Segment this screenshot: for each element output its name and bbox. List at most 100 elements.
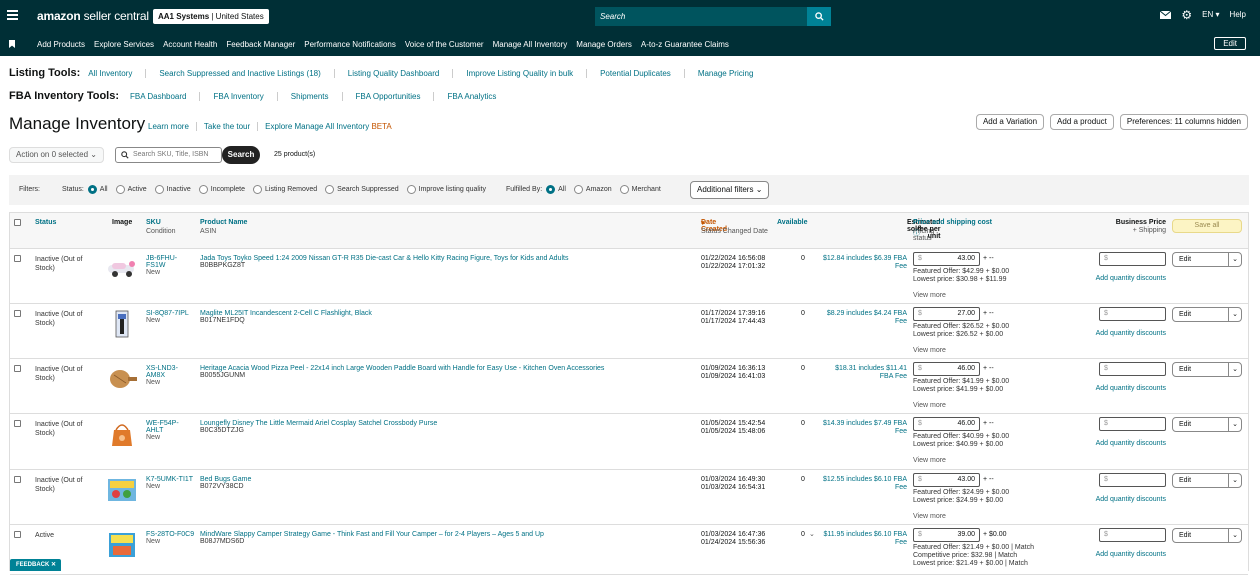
edit-dropdown[interactable]: Edit ⌄: [1172, 252, 1242, 267]
row-checkbox[interactable]: [14, 531, 21, 538]
nav-item[interactable]: Manage Orders: [576, 40, 632, 49]
quantity-discounts-link[interactable]: Add quantity discounts: [1070, 496, 1166, 503]
select-all-checkbox[interactable]: [14, 219, 21, 226]
bulk-action-dropdown[interactable]: Action on 0 selected ⌄: [9, 147, 104, 163]
chevron-down-icon[interactable]: ⌄: [1228, 363, 1241, 376]
view-more-link[interactable]: View more: [913, 513, 946, 520]
sku-link[interactable]: K7-5UMK-TI1T: [146, 476, 193, 483]
fulfilled-filter-option[interactable]: Amazon: [570, 185, 612, 194]
add-product-button[interactable]: Add a product: [1050, 114, 1114, 130]
nav-item[interactable]: Explore Services: [94, 40, 154, 49]
nav-item[interactable]: Manage All Inventory: [493, 40, 568, 49]
chevron-down-icon[interactable]: ⌄: [1228, 418, 1241, 431]
fulfilled-filter-option[interactable]: All: [542, 185, 566, 194]
quantity-discounts-link[interactable]: Add quantity discounts: [1070, 551, 1166, 558]
menu-icon[interactable]: [7, 10, 18, 20]
col-status[interactable]: Status: [35, 219, 56, 226]
chevron-down-icon[interactable]: ⌄: [1228, 474, 1241, 487]
product-name-link[interactable]: Loungefly Disney The Little Mermaid Arie…: [200, 420, 437, 427]
view-more-link[interactable]: View more: [913, 347, 946, 354]
product-image[interactable]: [106, 255, 138, 283]
edit-dropdown[interactable]: Edit ⌄: [1172, 528, 1242, 543]
price-input[interactable]: $46.00: [913, 417, 980, 431]
preferences-button[interactable]: Preferences: 11 columns hidden: [1119, 114, 1248, 130]
radio-button[interactable]: [87, 185, 97, 194]
listing-tool-link[interactable]: Potential Duplicates: [600, 69, 671, 78]
price-input[interactable]: $27.00: [913, 307, 980, 321]
edit-dropdown[interactable]: Edit ⌄: [1172, 417, 1242, 432]
listing-tool-link[interactable]: Improve Listing Quality in bulk: [466, 69, 573, 78]
price-input[interactable]: $43.00: [913, 252, 980, 266]
business-price-input[interactable]: $: [1099, 417, 1166, 431]
status-filter-option[interactable]: Improve listing quality: [403, 185, 486, 194]
product-image[interactable]: [106, 420, 138, 448]
product-image[interactable]: [106, 531, 138, 559]
status-filter-option[interactable]: Active: [112, 185, 147, 194]
edit-dropdown[interactable]: Edit ⌄: [1172, 473, 1242, 488]
business-price-input[interactable]: $: [1099, 473, 1166, 487]
status-filter-option[interactable]: All: [84, 185, 108, 194]
col-product-name[interactable]: Product Name: [200, 219, 247, 226]
view-more-link[interactable]: View more: [913, 402, 946, 409]
mail-icon[interactable]: [1160, 10, 1172, 19]
additional-filters-button[interactable]: Additional filters ⌄: [690, 181, 770, 199]
price-input[interactable]: $46.00: [913, 362, 980, 376]
status-filter-option[interactable]: Listing Removed: [249, 185, 317, 194]
row-checkbox[interactable]: [14, 255, 21, 262]
fba-tool-link[interactable]: FBA Opportunities: [356, 92, 421, 101]
chevron-down-icon[interactable]: ⌄: [1228, 308, 1241, 321]
gear-icon[interactable]: ⚙: [1181, 9, 1192, 21]
price-input[interactable]: $43.00: [913, 473, 980, 487]
nav-item[interactable]: Performance Notifications: [304, 40, 396, 49]
product-image[interactable]: [106, 365, 138, 393]
product-name-link[interactable]: Bed Bugs Game: [200, 476, 251, 483]
sku-link[interactable]: FS-28TO-F0C9: [146, 531, 194, 538]
listing-tool-link[interactable]: Manage Pricing: [698, 69, 754, 78]
col-date-created[interactable]: Date Created ▾: [701, 219, 727, 233]
fba-tool-link[interactable]: FBA Inventory: [213, 92, 263, 101]
quantity-discounts-link[interactable]: Add quantity discounts: [1070, 330, 1166, 337]
quantity-discounts-link[interactable]: Add quantity discounts: [1070, 440, 1166, 447]
radio-button[interactable]: [406, 185, 416, 194]
account-switcher[interactable]: AA1 Systems | United States: [153, 9, 269, 24]
price-input[interactable]: $39.00: [913, 528, 980, 542]
product-name-link[interactable]: Heritage Acacia Wood Pizza Peel - 22x14 …: [200, 365, 604, 372]
nav-item[interactable]: Feedback Manager: [226, 40, 295, 49]
product-image[interactable]: [106, 310, 138, 338]
product-name-link[interactable]: Maglite ML25IT Incandescent 2-Cell C Fla…: [200, 310, 372, 317]
help-link[interactable]: Help: [1230, 10, 1246, 19]
sku-link[interactable]: XS-LND3-: [146, 365, 178, 372]
radio-button[interactable]: [198, 185, 208, 194]
quantity-discounts-link[interactable]: Add quantity discounts: [1070, 275, 1166, 282]
take-tour-link[interactable]: Take the tour: [204, 122, 250, 131]
product-image[interactable]: [106, 476, 138, 504]
chevron-down-icon[interactable]: ⌄: [1228, 253, 1241, 266]
view-more-link[interactable]: View more: [913, 457, 946, 464]
radio-button[interactable]: [325, 185, 335, 194]
radio-button[interactable]: [546, 185, 556, 194]
business-price-input[interactable]: $: [1099, 252, 1166, 266]
row-checkbox[interactable]: [14, 365, 21, 372]
product-name-link[interactable]: Jada Toys Toyko Speed 1:24 2009 Nissan G…: [200, 255, 568, 262]
business-price-input[interactable]: $: [1099, 307, 1166, 321]
col-sku[interactable]: SKU: [146, 219, 161, 226]
row-checkbox[interactable]: [14, 476, 21, 483]
sku-search-input[interactable]: Search SKU, Title, ISBN: [115, 147, 222, 163]
radio-button[interactable]: [253, 185, 263, 194]
col-price[interactable]: Price and shipping cost: [913, 219, 992, 226]
info-icon[interactable]: ⓘ: [913, 228, 920, 238]
sku-link-cont[interactable]: AM8X: [146, 372, 165, 379]
fba-tool-link[interactable]: FBA Analytics: [447, 92, 496, 101]
fulfilled-filter-option[interactable]: Merchant: [616, 185, 661, 194]
nav-item[interactable]: Add Products: [37, 40, 85, 49]
radio-button[interactable]: [573, 185, 583, 194]
edit-nav-button[interactable]: Edit: [1214, 37, 1246, 50]
add-variation-button[interactable]: Add a Variation: [975, 114, 1045, 130]
search-button[interactable]: [807, 7, 831, 26]
nav-item[interactable]: A-to-z Guarantee Claims: [641, 40, 729, 49]
radio-button[interactable]: [619, 185, 629, 194]
listing-tool-link[interactable]: Search Suppressed and Inactive Listings …: [159, 69, 320, 78]
seller-central-logo[interactable]: amazon seller central: [37, 9, 149, 23]
fba-tool-link[interactable]: Shipments: [291, 92, 329, 101]
quantity-discounts-link[interactable]: Add quantity discounts: [1070, 385, 1166, 392]
